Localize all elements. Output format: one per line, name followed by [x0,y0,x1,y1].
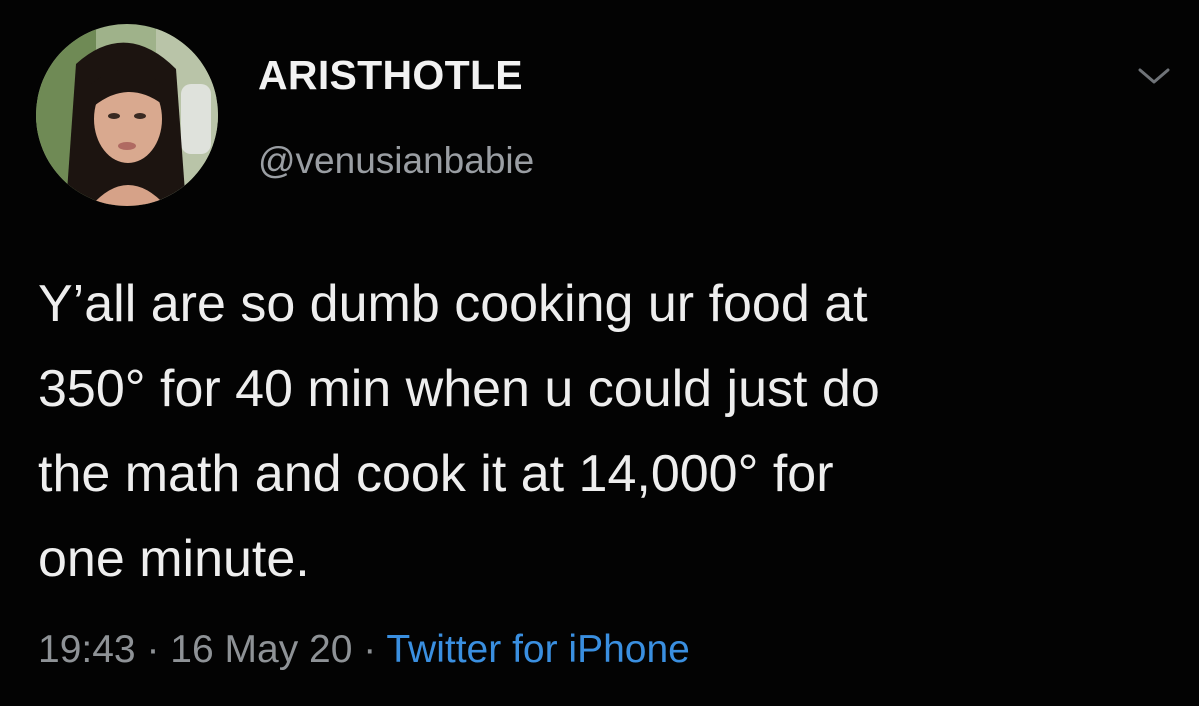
tweet-text-line: 350° for 40 min when u could just do [38,360,880,418]
tweet-date[interactable]: 16 May 20 [170,628,352,671]
tweet-card: ARISTHOTLE @venusianbabie Y’all are so d… [0,0,1199,706]
avatar[interactable] [36,24,218,206]
profile-photo-icon [36,24,218,206]
user-handle[interactable]: @venusianbabie [258,140,534,182]
separator: · [363,628,377,671]
tweet-time[interactable]: 19:43 [38,628,136,671]
tweet-text: Y’all are so dumb cooking ur food at 350… [38,262,1178,602]
tweet-text-line: Y’all are so dumb cooking ur food at [38,275,868,333]
display-name[interactable]: ARISTHOTLE [258,52,523,99]
chevron-down-icon[interactable] [1134,62,1174,90]
tweet-metadata: 19:43 · 16 May 20 · Twitter for iPhone [38,628,690,672]
tweet-text-line: the math and cook it at 14,000° for [38,445,834,503]
separator: · [146,628,160,671]
tweet-text-line: one minute. [38,530,310,588]
tweet-source-link[interactable]: Twitter for iPhone [386,628,689,671]
